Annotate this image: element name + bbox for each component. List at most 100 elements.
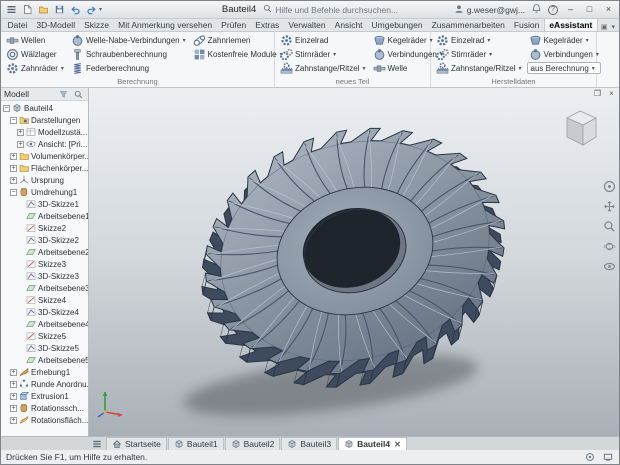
save-icon[interactable] (53, 3, 66, 16)
tree-item-skizze5[interactable]: Skizze5 (1, 330, 88, 342)
ribbon-tab-zusammenarbeiten[interactable]: Zusammenarbeiten (427, 19, 509, 31)
viewport-canvas[interactable] (89, 88, 619, 436)
open-file-icon[interactable] (37, 3, 50, 16)
tree-item-extrusion1[interactable]: +Extrusion1 (1, 390, 88, 402)
expand-icon[interactable]: + (10, 393, 17, 400)
gear-model[interactable] (169, 94, 537, 421)
notification-icon[interactable] (531, 1, 542, 19)
ribbon-tab-extras[interactable]: Extras (251, 19, 284, 31)
tree-item-skizze4[interactable]: Skizze4 (1, 294, 88, 306)
expand-icon[interactable]: + (17, 129, 24, 136)
ribbon-tab-3d-modell[interactable]: 3D-Modell (32, 19, 80, 31)
ribbon-button-wellen[interactable]: Wellen (4, 33, 66, 47)
ribbon-button-wälzlager[interactable]: Wälzlager (4, 47, 66, 61)
navigation-wheel-icon[interactable] (603, 180, 616, 193)
view-cube[interactable] (555, 104, 605, 154)
tree-item-skizze2[interactable]: Skizze2 (1, 222, 88, 234)
ribbon-collapse-icon[interactable]: ▾ (611, 23, 615, 31)
ribbon-button-aus-berechnung[interactable]: aus Berechnung▾ (527, 62, 601, 74)
tree-item-3d-skizze1[interactable]: 3D-Skizze1 (1, 198, 88, 210)
document-tab-bauteil4[interactable]: Bauteil4✕ (338, 437, 407, 450)
tree-item-flächenkörper[interactable]: +Flächenkörper... (1, 162, 88, 174)
tree-item-umdrehung1[interactable]: −Umdrehung1 (1, 186, 88, 198)
ribbon-button-einzelrad[interactable]: Einzelrad▾ (434, 33, 524, 47)
display-settings-icon[interactable] (601, 451, 614, 464)
document-tab-bauteil1[interactable]: Bauteil1 (168, 437, 224, 450)
ribbon-tab-datei[interactable]: Datei (3, 19, 32, 31)
tree-item-3d-skizze3[interactable]: 3D-Skizze3 (1, 270, 88, 282)
tree-item-erhebung1[interactable]: +Erhebung1 (1, 366, 88, 378)
ribbon-button-stirnräder[interactable]: Stirnräder▾ (278, 47, 368, 61)
close-button[interactable]: × (602, 3, 615, 16)
ribbon-tab-ansicht[interactable]: Ansicht (330, 19, 367, 31)
tree-item-arbeitsebene5[interactable]: Arbeitsebene5 (1, 354, 88, 366)
document-tab-bauteil2[interactable]: Bauteil2 (225, 437, 281, 450)
ribbon-button-stirnräder[interactable]: Stirnräder▾ (434, 47, 524, 61)
tree-item-runde-anordnu[interactable]: +Runde Anordnu... (1, 378, 88, 390)
tree-item-arbeitsebene1[interactable]: Arbeitsebene1 (1, 210, 88, 222)
new-file-icon[interactable] (21, 3, 34, 16)
document-tabs-menu-icon[interactable] (91, 438, 103, 450)
ribbon-tab-verwalten[interactable]: Verwalten (284, 19, 330, 31)
ribbon-tab-mit-anmerkung-versehen[interactable]: Mit Anmerkung versehen (114, 19, 217, 31)
tree-item-bauteil4[interactable]: −Bauteil4 (1, 102, 88, 114)
expand-icon[interactable]: + (10, 153, 17, 160)
ribbon-tab-skizze[interactable]: Skizze (80, 19, 114, 31)
tree-item-3d-skizze4[interactable]: 3D-Skizze4 (1, 306, 88, 318)
expand-icon[interactable]: + (10, 177, 17, 184)
ribbon-button-schraubenberechnung[interactable]: Schraubenberechnung (69, 47, 188, 61)
ribbon-button-zahnriemen[interactable]: Zahnriemen (191, 33, 285, 47)
redo-icon[interactable] (85, 3, 98, 16)
ribbon-tab-eassistant[interactable]: eAssistant (544, 19, 598, 31)
tree-item-arbeitsebene3[interactable]: Arbeitsebene3 (1, 282, 88, 294)
ribbon-button-federberechnung[interactable]: Federberechnung (69, 61, 188, 75)
pan-icon[interactable] (603, 200, 616, 213)
tree-item-volumenkörper[interactable]: +Volumenkörper... (1, 150, 88, 162)
tree-item-arbeitsebene4[interactable]: Arbeitsebene4 (1, 318, 88, 330)
user-menu[interactable]: g.weser@gwj... (454, 4, 525, 16)
ribbon-button-zahnstange-ritzel[interactable]: Zahnstange/Ritzel▾ (434, 61, 524, 75)
expand-icon[interactable]: + (10, 417, 17, 424)
tree-item-rotationssch[interactable]: +Rotationssch... (1, 402, 88, 414)
orbit-icon[interactable] (603, 240, 616, 253)
document-tab-startseite[interactable]: Startseite (106, 437, 167, 450)
undo-icon[interactable] (69, 3, 82, 16)
tree-item-rotationsfläch[interactable]: +Rotationsfläch... (1, 414, 88, 426)
tree-item-3d-skizze5[interactable]: 3D-Skizze5 (1, 342, 88, 354)
ribbon-button-kostenfreie-module[interactable]: Kostenfreie Module▾ (191, 47, 285, 61)
expand-icon[interactable]: + (10, 405, 17, 412)
qat-dropdown-icon[interactable]: ▾ (99, 6, 102, 13)
ribbon-button-einzelrad[interactable]: Einzelrad (278, 33, 368, 47)
tree-item-skizze3[interactable]: Skizze3 (1, 258, 88, 270)
ribbon-tab-prüfen[interactable]: Prüfen (217, 19, 251, 31)
tree-item-darstellungen[interactable]: −Darstellungen (1, 114, 88, 126)
tree-item-ursprung[interactable]: +Ursprung (1, 174, 88, 186)
zoom-icon[interactable] (603, 220, 616, 233)
ribbon-button-welle-nabe-verbindungen[interactable]: Welle-Nabe-Verbindungen▾ (69, 33, 188, 47)
ribbon-button-verbindungen[interactable]: Verbindungen▾ (527, 47, 601, 61)
close-tab-icon[interactable]: ✕ (394, 440, 401, 449)
collapse-icon[interactable]: − (10, 189, 17, 196)
tree-item-3d-skizze2[interactable]: 3D-Skizze2 (1, 234, 88, 246)
tree-item-ansicht-pri[interactable]: +Ansicht: [Pri... (1, 138, 88, 150)
look-at-icon[interactable] (603, 260, 616, 273)
ribbon-button-zahnräder[interactable]: Zahnräder▾ (4, 61, 66, 75)
command-search[interactable]: Hilfe und Befehle durchsuchen... (263, 4, 398, 15)
selection-priority-icon[interactable] (583, 451, 596, 464)
expand-icon[interactable]: + (10, 369, 17, 376)
expand-icon[interactable]: + (10, 165, 17, 172)
expand-icon[interactable]: + (17, 141, 24, 148)
document-tab-bauteil3[interactable]: Bauteil3 (281, 437, 337, 450)
restore-window-icon[interactable]: ❐ (592, 89, 603, 100)
help-icon[interactable]: ? (548, 5, 558, 15)
ribbon-appearance-icon[interactable]: ▣ (601, 23, 608, 31)
maximize-button[interactable]: □ (583, 3, 596, 16)
app-menu-icon[interactable] (5, 3, 18, 16)
viewport-3d[interactable]: ❐ × (89, 88, 619, 436)
collapse-icon[interactable]: − (3, 105, 10, 112)
ribbon-button-kegelräder[interactable]: Kegelräder▾ (527, 33, 601, 47)
minimize-button[interactable]: – (564, 3, 577, 16)
close-window-icon[interactable]: × (606, 89, 617, 100)
collapse-icon[interactable]: − (10, 117, 17, 124)
filter-icon[interactable] (57, 88, 70, 101)
